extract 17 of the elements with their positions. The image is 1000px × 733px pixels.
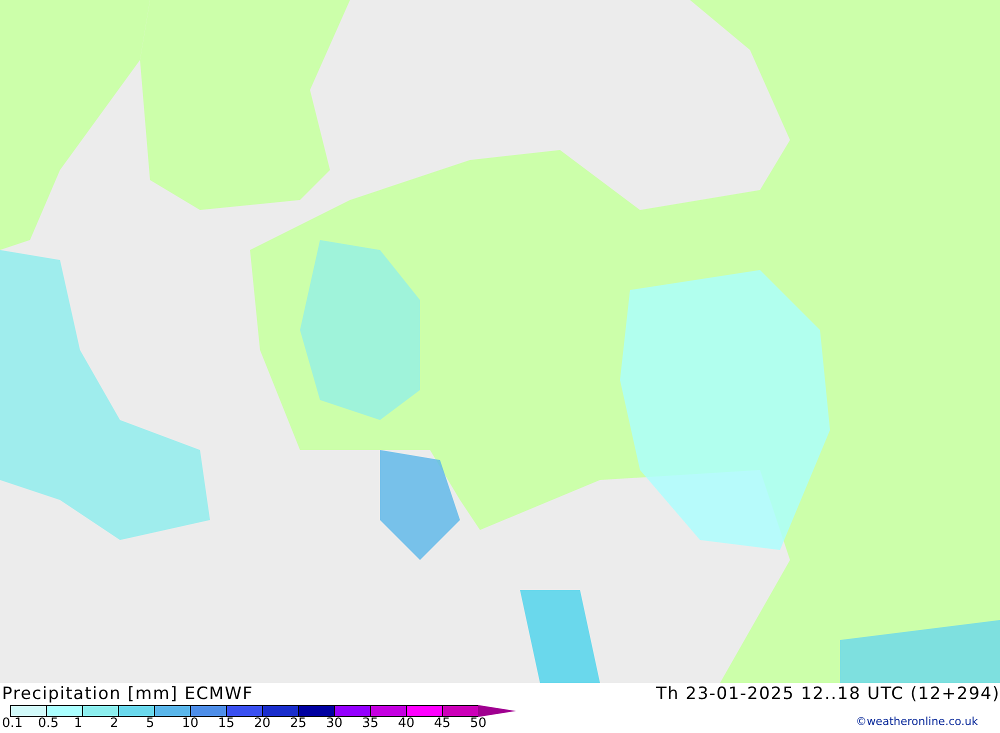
legend-label: 15 — [218, 717, 236, 731]
legend-label: 50 — [470, 717, 488, 731]
legend-label: 45 — [434, 717, 452, 731]
legend-label: 20 — [254, 717, 272, 731]
credit-text: ©weatheronline.co.uk — [856, 715, 978, 728]
legend-label: 35 — [362, 717, 380, 731]
legend-label: 40 — [398, 717, 416, 731]
legend-label: 0.5 — [38, 717, 60, 731]
legend-label: 10 — [182, 717, 200, 731]
legend-label: 0.1 — [2, 717, 24, 731]
legend-label: 2 — [110, 717, 120, 731]
legend-label: 5 — [146, 717, 156, 731]
legend-label: 25 — [290, 717, 308, 731]
legend-label: 1 — [74, 717, 84, 731]
valid-time: Th 23-01-2025 12..18 UTC (12+294) — [656, 683, 1000, 705]
chart-title: Precipitation [mm] ECMWF — [2, 683, 254, 705]
legend-label: 30 — [326, 717, 344, 731]
